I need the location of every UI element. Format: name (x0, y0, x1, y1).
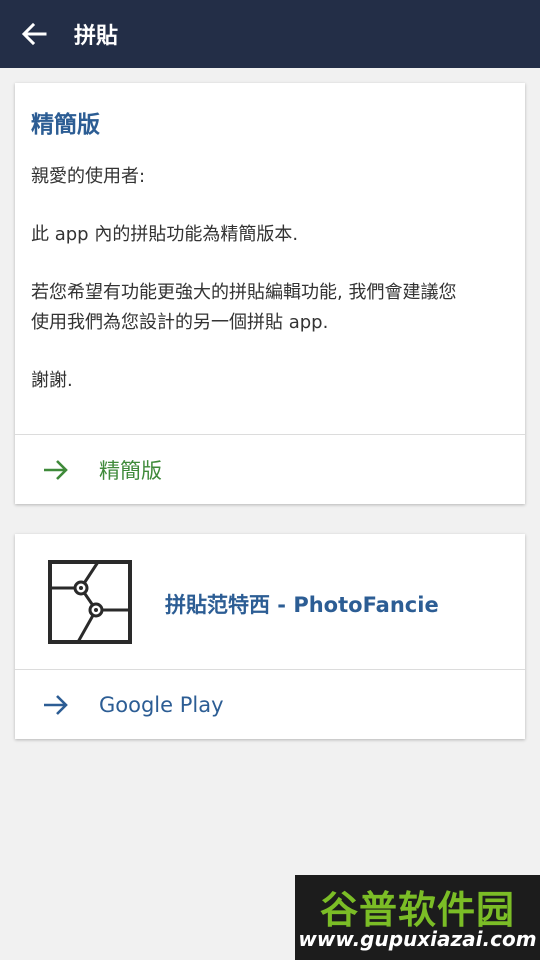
lite-version-card: 精簡版 親愛的使用者: 此 app 內的拼貼功能為精簡版本. 若您希望有功能更強… (15, 83, 525, 504)
lite-version-action[interactable]: 精簡版 (15, 435, 525, 504)
thanks-text: 謝謝. (31, 370, 73, 391)
app-name: 拼貼范特西 - PhotoFancie (165, 593, 439, 617)
back-button[interactable] (16, 16, 52, 52)
photofancie-card: 拼貼范特西 - PhotoFancie Google Play (15, 534, 525, 739)
google-play-action-label: Google Play (99, 692, 224, 717)
arrow-left-icon (21, 22, 47, 46)
info-text: 此 app 內的拼貼功能為精簡版本. (31, 224, 299, 245)
page-title: 拼貼 (74, 24, 119, 49)
suggestion-text-line-2: 使用我們為您設計的另一個拼貼 app. (31, 312, 329, 333)
watermark-url: www.gupuxiazai.com (298, 927, 537, 951)
watermark-logo: 谷普软件园 www.gupuxiazai.com (295, 875, 540, 960)
lite-version-action-label: 精簡版 (99, 458, 162, 483)
arrow-right-icon (44, 459, 68, 480)
app-bar: 拼貼 (0, 0, 540, 68)
photofancie-logo-icon (48, 560, 132, 644)
google-play-action[interactable]: Google Play (15, 670, 525, 739)
greeting-text: 親愛的使用者: (31, 166, 146, 187)
suggestion-text-line-1: 若您希望有功能更強大的拼貼編輯功能, 我們會建議您 (31, 282, 457, 303)
watermark-title: 谷普软件园 (319, 888, 515, 932)
arrow-right-icon (44, 694, 68, 715)
card-title: 精簡版 (31, 112, 100, 138)
